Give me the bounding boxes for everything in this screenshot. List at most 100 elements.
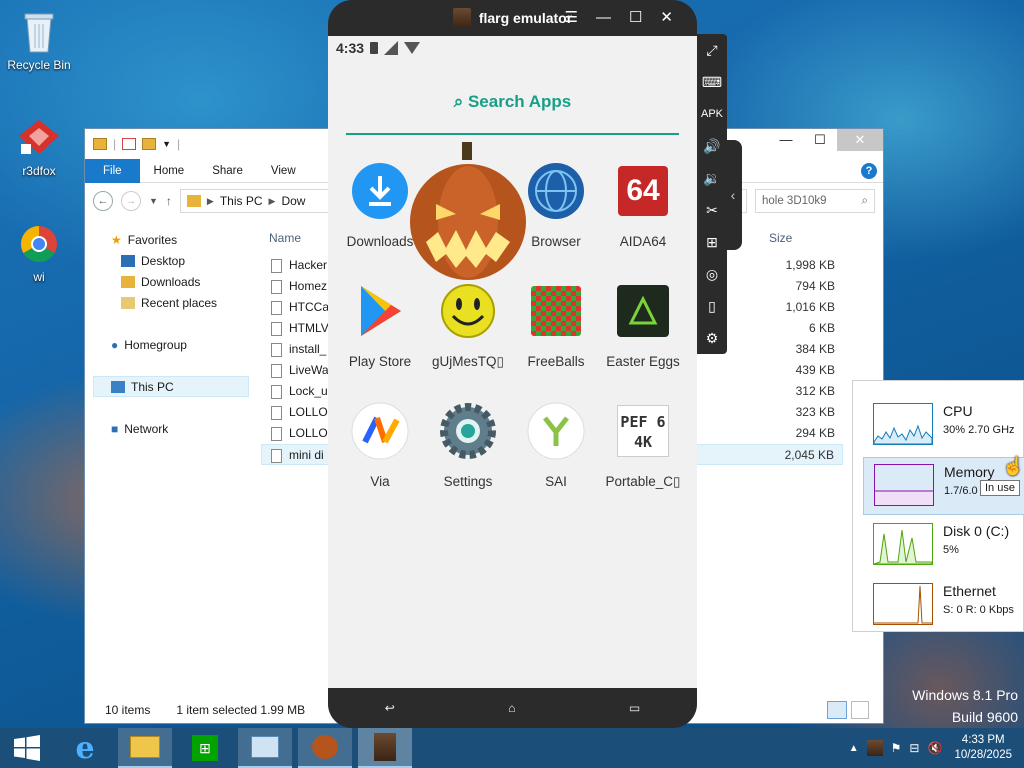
tab-file[interactable]: File — [85, 158, 140, 183]
close-icon[interactable]: ✕ — [660, 0, 673, 36]
maximize-button[interactable]: ☐ — [803, 129, 837, 151]
back-button[interactable]: ← — [93, 191, 113, 211]
file-size: 1,016 KB — [785, 300, 835, 314]
clock[interactable]: 4:33 PM 10/28/2025 — [950, 733, 1016, 763]
tm-ethernet[interactable]: Ethernet S: 0 R: 0 Kbps — [863, 577, 1024, 635]
tm-label: Memory — [944, 464, 995, 480]
forward-button[interactable]: → — [121, 191, 141, 211]
app-label: Play Store — [348, 354, 412, 369]
flag-icon[interactable]: ⚑ — [891, 741, 902, 755]
emulator-title-bar: flarg emulator ☰ — ☐ ✕ — [328, 0, 697, 36]
taskbar-pumpkin-app[interactable] — [298, 728, 352, 768]
maximize-icon[interactable]: ☐ — [629, 0, 642, 36]
pumpkin-icon[interactable] — [408, 142, 528, 282]
taskbar-ie[interactable]: e — [58, 728, 112, 768]
app-easter-eggs[interactable]: Easter Eggs — [599, 282, 687, 369]
taskbar-flarg-emulator[interactable] — [358, 728, 412, 768]
android-screen: 4:33 ⌕ Search Apps Downloads Browser 64 — [328, 36, 697, 688]
menu-icon[interactable]: ☰ — [565, 0, 578, 36]
app-freeballs[interactable]: FreeBalls — [512, 282, 600, 369]
app-via[interactable]: Via — [336, 402, 424, 489]
app-sai[interactable]: SAI — [512, 402, 600, 489]
nav-downloads[interactable]: Downloads — [93, 271, 249, 292]
taskbar-task-manager[interactable] — [238, 728, 292, 768]
nav-network[interactable]: ■ Network — [93, 418, 249, 439]
volume-down-icon[interactable]: 🔉 — [697, 162, 727, 194]
shake-icon[interactable]: ▯ — [697, 290, 727, 322]
file-size: 312 KB — [795, 384, 835, 398]
multi-instance-icon[interactable]: ⊞ — [697, 226, 727, 258]
volume-muted-icon[interactable]: 🔇 — [927, 741, 942, 755]
file-name: install_ — [289, 342, 327, 356]
nav-homegroup[interactable]: ● Homegroup — [93, 334, 249, 355]
nav-this-pc[interactable]: This PC — [93, 376, 249, 397]
app-label: Settings — [443, 474, 493, 489]
minimize-icon[interactable]: — — [596, 0, 611, 36]
app-gujmestq[interactable]: gUjMesTQ▯ — [424, 282, 512, 370]
desktop-icon-chrome[interactable]: wi — [2, 220, 76, 284]
search-field[interactable]: hole 3D10k9 ⌕ — [755, 189, 875, 213]
app-aida64[interactable]: 64 AIDA64 — [599, 162, 687, 249]
file-icon — [271, 321, 282, 336]
tm-cpu[interactable]: CPU 30% 2.70 GHz — [863, 397, 1024, 455]
tab-view[interactable]: View — [257, 159, 310, 183]
keyboard-icon[interactable]: ⌨ — [697, 66, 727, 98]
nav-favorites[interactable]: ★ Favorites — [93, 229, 249, 250]
scissors-icon[interactable]: ✂ — [697, 194, 727, 226]
breadcrumb-this-pc[interactable]: This PC — [220, 194, 263, 208]
taskbar-file-explorer[interactable] — [118, 728, 172, 768]
recent-locations-icon[interactable]: ▼ — [149, 196, 158, 206]
new-folder-icon[interactable] — [142, 138, 157, 150]
nav-recent-places[interactable]: Recent places — [93, 292, 249, 313]
nav-label: Homegroup — [124, 337, 187, 352]
column-size[interactable]: Size — [769, 227, 792, 249]
up-arrow-icon[interactable]: ↑ — [166, 194, 172, 208]
properties-icon[interactable] — [122, 138, 137, 150]
back-nav-icon[interactable]: ↩ — [385, 701, 395, 715]
tm-disk[interactable]: Disk 0 (C:) 5% — [863, 517, 1024, 575]
search-apps-label: Search Apps — [467, 92, 572, 111]
app-settings[interactable]: Settings — [424, 402, 512, 489]
tm-label: Ethernet — [943, 583, 996, 599]
fullscreen-icon[interactable]: ⤢ — [697, 34, 727, 66]
tm-label: CPU — [943, 403, 973, 419]
tab-share[interactable]: Share — [198, 159, 257, 183]
app-play-store[interactable]: Play Store — [336, 282, 424, 369]
taskbar-store[interactable]: ⊞ — [178, 728, 232, 768]
settings-icon[interactable]: ⚙ — [697, 322, 727, 354]
nav-desktop[interactable]: Desktop — [93, 250, 249, 271]
search-apps-button[interactable]: ⌕ Search Apps — [328, 92, 697, 112]
desktop-icon-recycle-bin[interactable]: Recycle Bin — [2, 8, 76, 72]
internet-explorer-icon: e — [75, 730, 95, 766]
close-button[interactable]: ✕ — [837, 129, 883, 151]
location-icon[interactable]: ◎ — [697, 258, 727, 290]
collapse-sidebar-button[interactable]: ‹ — [724, 140, 742, 250]
app-label: gUjMesTQ▯ — [432, 354, 504, 369]
help-icon[interactable]: ? — [861, 162, 877, 179]
search-icon: ⌕ — [453, 92, 468, 111]
breadcrumb-downloads[interactable]: Dow — [281, 194, 305, 208]
large-icons-view-icon[interactable] — [851, 701, 869, 719]
details-view-icon[interactable] — [827, 701, 847, 719]
emulator-tray-icon[interactable] — [866, 740, 883, 756]
emulator-logo-icon — [374, 733, 396, 761]
show-hidden-icons-icon[interactable]: ▲ — [849, 743, 859, 754]
apk-install-icon[interactable]: APK — [697, 98, 727, 130]
desktop-icon-r3dfox[interactable]: r3dfox — [2, 114, 76, 178]
start-button[interactable] — [0, 728, 54, 768]
chevron-down-icon[interactable]: ▼ — [162, 139, 171, 149]
homegroup-icon: ● — [111, 337, 119, 352]
tab-home[interactable]: Home — [140, 159, 199, 183]
search-icon: ⌕ — [861, 194, 868, 207]
network-tray-icon[interactable]: ⊟ — [909, 741, 919, 755]
app-portable[interactable]: PEF 64K Portable_C▯ — [599, 402, 687, 490]
minimize-button[interactable]: — — [769, 129, 803, 151]
recents-nav-icon[interactable]: ▭ — [629, 701, 640, 715]
downloads-folder-icon — [121, 275, 135, 288]
column-name[interactable]: Name — [261, 231, 301, 245]
signal-icon — [384, 41, 399, 55]
folder-icon — [93, 138, 107, 150]
home-nav-icon[interactable]: ⌂ — [508, 701, 515, 715]
app-label: SAI — [545, 474, 567, 489]
volume-up-icon[interactable]: 🔊 — [697, 130, 727, 162]
